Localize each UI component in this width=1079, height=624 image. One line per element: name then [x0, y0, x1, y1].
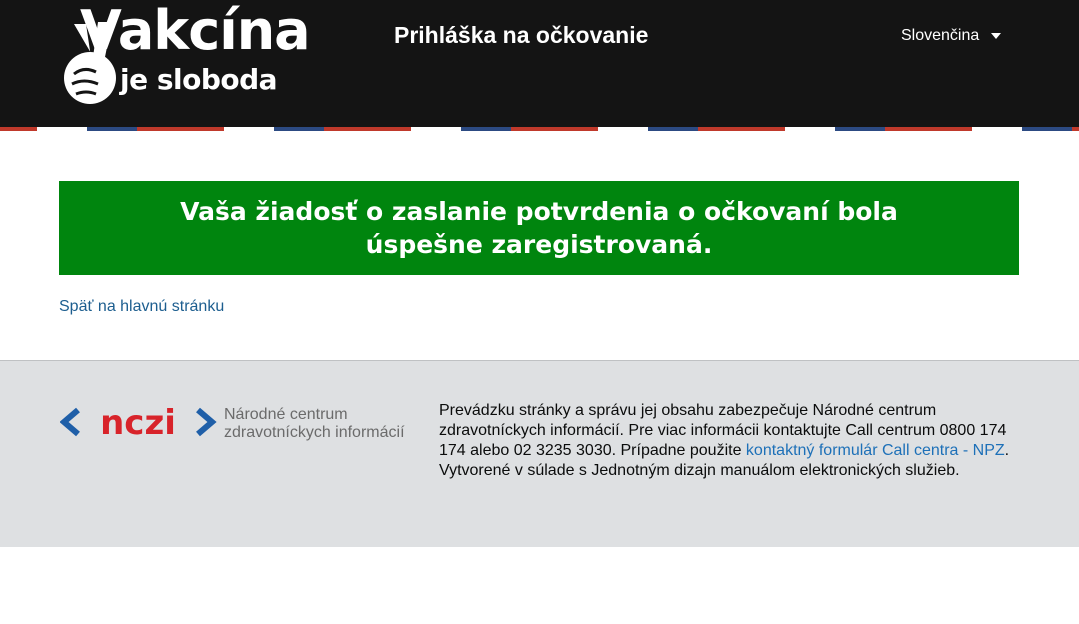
success-banner: Vaša žiadosť o zaslanie potvrdenia o očk… [59, 181, 1019, 275]
tricolor-stripe [0, 127, 1079, 131]
page-title: Prihláška na očkovanie [394, 22, 649, 48]
site-header: Vakcína je sloboda Prihláška na očkovani… [0, 0, 1079, 127]
nczi-org-name: Národné centrum zdravotníckych informáci… [224, 406, 405, 442]
footer-text-part2: . [1004, 442, 1010, 459]
back-to-home-link[interactable]: Späť na hlavnú stránku [59, 298, 224, 316]
site-footer: nczi Národné centrum zdravotníckych info… [0, 360, 1079, 547]
vakcina-logo[interactable]: Vakcína je sloboda [60, 4, 311, 104]
nczi-logo-mark-icon: nczi [60, 404, 217, 440]
svg-text:nczi: nczi [100, 404, 176, 440]
language-label: Slovenčina [901, 27, 980, 44]
contact-form-link[interactable]: kontaktný formulár Call centra - NPZ [746, 442, 1005, 459]
footer-design-note: Vytvorené v súlade s Jednotným dizajn ma… [439, 462, 960, 479]
success-message: Vaša žiadosť o zaslanie potvrdenia o očk… [180, 197, 898, 259]
chevron-down-icon [991, 33, 1002, 39]
logo-tagline: je sloboda [120, 63, 278, 96]
language-selector[interactable]: Slovenčina [901, 27, 1002, 45]
nczi-logo[interactable]: nczi Národné centrum zdravotníckych info… [60, 404, 410, 444]
org-name-line1: Národné centrum [224, 406, 348, 423]
org-name-line2: zdravotníckych informácií [224, 424, 405, 441]
footer-info: Prevádzku stránky a správu jej obsahu za… [439, 401, 1019, 481]
logo-wordmark: Vakcína [80, 0, 311, 62]
